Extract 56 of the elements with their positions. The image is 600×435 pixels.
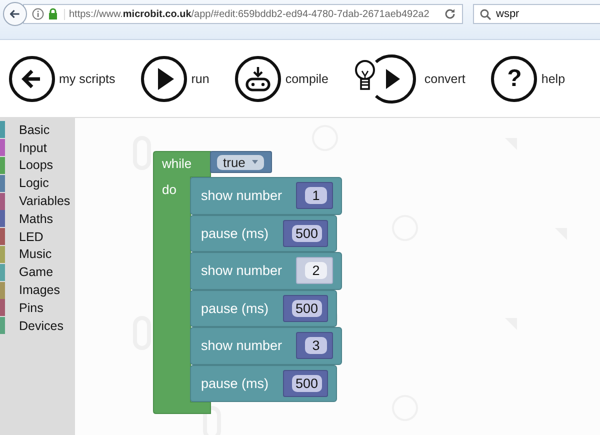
play-icon [156, 66, 176, 90]
statement-block[interactable]: show number 3 [190, 327, 342, 364]
value-field[interactable]: 3 [305, 337, 328, 354]
category-item[interactable]: Loops [19, 158, 54, 172]
category-item[interactable]: Input [19, 140, 47, 155]
value-block[interactable]: 500 [282, 370, 328, 397]
category-item[interactable]: LED [19, 230, 44, 244]
category-item[interactable]: Basic [19, 122, 50, 137]
statement-block[interactable]: pause (ms) 500 [190, 214, 338, 252]
loop-keyword: do [161, 182, 178, 197]
value-field[interactable]: 500 [292, 374, 322, 392]
value-field[interactable]: 1 [305, 187, 328, 204]
toolbar-button[interactable]: my scripts [9, 56, 116, 102]
value-field[interactable]: 500 [292, 224, 322, 242]
category-item[interactable]: Music [19, 247, 52, 262]
category-item[interactable]: Images [19, 283, 60, 298]
toolbar-button[interactable]: compile [235, 56, 328, 102]
statement-block[interactable]: show number 1 [190, 177, 342, 214]
block-label: pause (ms) [201, 376, 269, 391]
category-item[interactable]: Devices [19, 318, 64, 333]
value-block[interactable]: 1 [296, 182, 334, 210]
search-text: wspr [496, 8, 520, 20]
block-label: pause (ms) [201, 226, 269, 241]
reload-icon[interactable] [444, 8, 456, 20]
toolbar-button[interactable]: convert [354, 54, 466, 104]
loop-keyword: while [161, 156, 190, 171]
category-item[interactable]: Variables [19, 194, 70, 208]
block-label: show number [201, 338, 282, 354]
value-field[interactable]: 2 [305, 262, 328, 280]
condition-dropdown[interactable]: true [217, 154, 264, 170]
value-block[interactable]: 500 [282, 220, 328, 247]
board-download-icon [244, 66, 272, 92]
info-icon[interactable] [32, 8, 44, 20]
statement-block[interactable]: pause (ms) 500 [190, 290, 338, 327]
statement-block[interactable]: show number 2 [190, 252, 342, 290]
category-item[interactable]: Logic [19, 176, 49, 190]
lock-icon [48, 8, 58, 20]
condition-block[interactable]: true [210, 151, 272, 173]
statement-block[interactable]: pause (ms) 500 [190, 364, 338, 402]
category-item[interactable]: Maths [19, 212, 54, 226]
value-block[interactable]: 3 [296, 332, 334, 360]
search-field[interactable]: wspr [473, 4, 600, 24]
block-label: show number [201, 263, 282, 278]
block-label: show number [201, 188, 282, 204]
url-text: https://www.microbit.co.uk/app/#edit:659bddb2-ed94-4780-7dab-2671aeb492a2 [64, 8, 430, 20]
address-bar[interactable]: https://www.microbit.co.uk/app/#edit:659bddb2-ed94-4780-7dab-2671aeb492a2 [23, 4, 463, 24]
value-block[interactable]: 2 [296, 257, 334, 284]
arrow-icon [10, 8, 20, 20]
value-field[interactable]: 500 [292, 300, 322, 317]
help-icon: ? [507, 66, 522, 90]
category-item[interactable]: Game [19, 265, 54, 280]
category-item[interactable]: Pins [19, 300, 44, 315]
back-button[interactable] [3, 2, 27, 26]
block-label: pause (ms) [201, 300, 269, 316]
value-block[interactable]: 500 [282, 294, 328, 322]
search-icon [480, 8, 491, 20]
